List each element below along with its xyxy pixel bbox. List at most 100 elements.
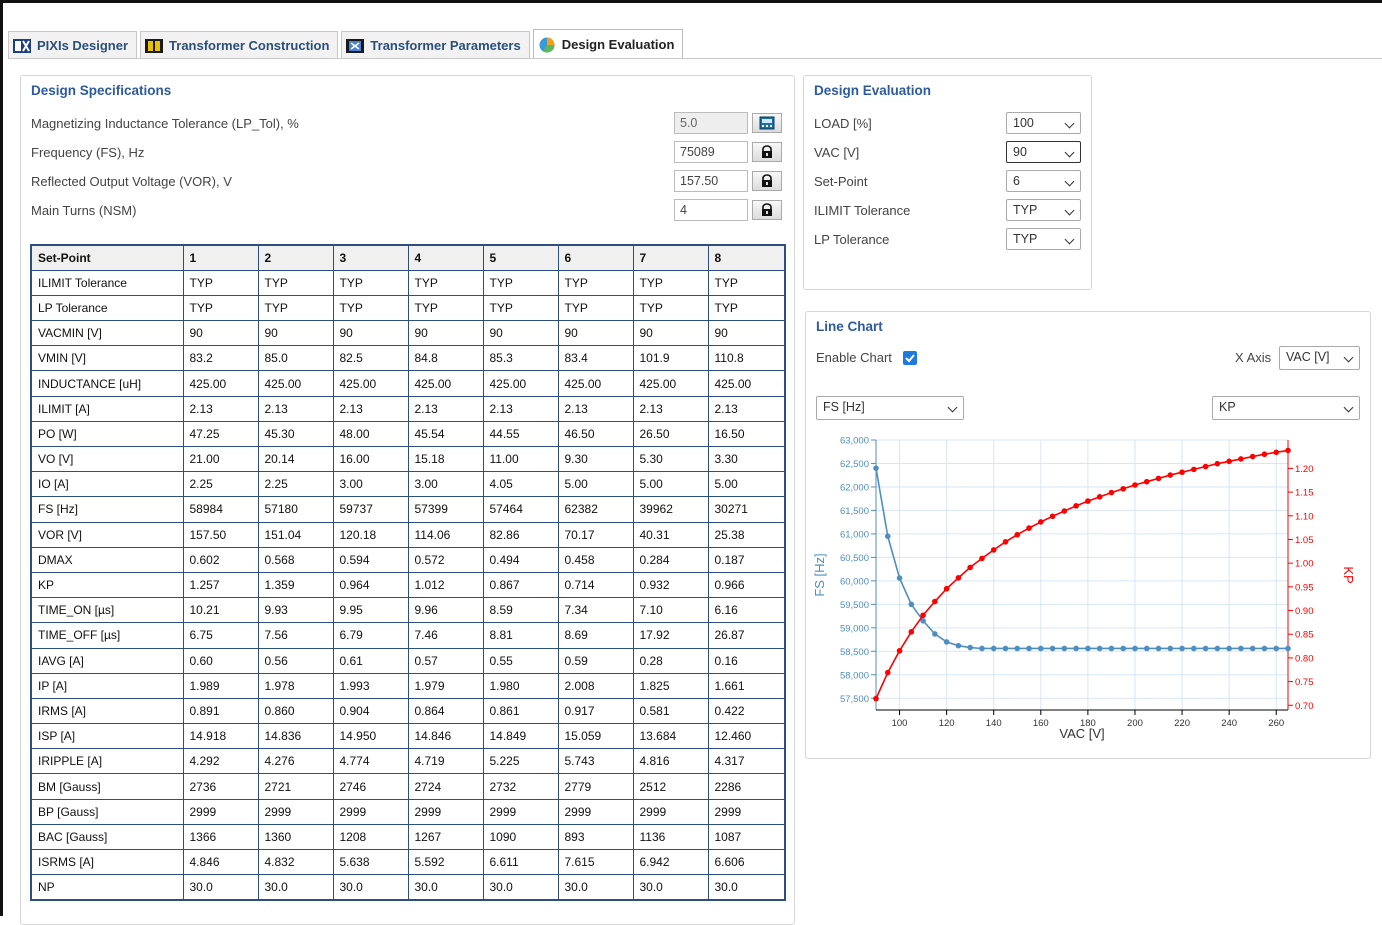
y-left-tick-label: 62,000 bbox=[840, 482, 869, 493]
right-series-select[interactable]: KP bbox=[1212, 396, 1360, 420]
table-cell: 425.00 bbox=[407, 370, 484, 397]
table-cell: 1.993 bbox=[332, 672, 409, 699]
table-cell: 5.225 bbox=[482, 748, 559, 775]
lock-icon bbox=[762, 174, 772, 187]
table-cell: 46.50 bbox=[557, 420, 634, 448]
data-point-fs bbox=[1049, 645, 1056, 652]
table-cell: 0.714 bbox=[557, 571, 634, 599]
enable-chart-checkbox[interactable] bbox=[903, 351, 917, 365]
table-cell: 2286 bbox=[707, 773, 786, 800]
chevron-down-icon bbox=[1064, 234, 1075, 245]
tab-transformer-construction[interactable]: Transformer Construction bbox=[140, 31, 339, 59]
table-cell: 0.917 bbox=[557, 697, 634, 725]
table-cell: 5.638 bbox=[332, 848, 409, 876]
data-point-kp bbox=[1155, 475, 1162, 482]
table-cell: 2736 bbox=[182, 773, 259, 800]
data-point-kp bbox=[1249, 453, 1256, 460]
data-point-kp bbox=[1285, 447, 1291, 454]
table-cell: 425.00 bbox=[482, 370, 559, 397]
frequency-label: Frequency (FS), Hz bbox=[31, 145, 145, 160]
table-cell: TYP bbox=[707, 294, 786, 322]
vor-field[interactable]: 157.50 bbox=[674, 170, 748, 192]
nsm-lock-button[interactable] bbox=[752, 200, 782, 220]
frequency-lock-button[interactable] bbox=[752, 142, 782, 162]
row-label-cell: VACMIN [V] bbox=[30, 320, 184, 347]
table-row: ILIMIT Tolerance TYP TYP TYP TYP TYP TYP TYP TYP bbox=[30, 269, 786, 296]
table-cell: 1.989 bbox=[182, 672, 259, 699]
table-cell: TYP bbox=[707, 269, 786, 296]
table-cell: 2779 bbox=[557, 773, 634, 800]
set-point-select[interactable]: 6 bbox=[1006, 170, 1081, 192]
lp-tolerance-select[interactable]: TYP bbox=[1006, 228, 1081, 250]
table-cell: 30.0 bbox=[257, 874, 334, 901]
table-cell: 40.31 bbox=[632, 521, 709, 548]
table-cell: 90 bbox=[257, 320, 334, 347]
table-cell: TYP bbox=[407, 294, 484, 322]
left-series-select[interactable]: FS [Hz] bbox=[816, 396, 964, 420]
table-cell: 1.012 bbox=[407, 571, 484, 599]
table-row: VO [V] 21.00 20.14 16.00 15.18 11.00 9.30 5.30 3… bbox=[30, 445, 786, 473]
tab-pixis-designer[interactable]: PIXIs Designer bbox=[8, 31, 138, 59]
table-cell: 425.00 bbox=[332, 370, 409, 397]
x-tick-label: 160 bbox=[1033, 718, 1049, 729]
calculator-button[interactable] bbox=[752, 113, 782, 133]
table-cell: 90 bbox=[482, 320, 559, 347]
nsm-field[interactable]: 4 bbox=[674, 199, 748, 221]
table-cell: 0.581 bbox=[632, 697, 709, 725]
table-row: TIME_OFF [µs] 6.75 7.56 6.79 7.46 8.81 8.69 17.… bbox=[30, 622, 786, 649]
ilimit-tolerance-select[interactable]: TYP bbox=[1006, 199, 1081, 221]
y-right-tick-label: 0.85 bbox=[1295, 630, 1314, 641]
table-cell: 0.572 bbox=[407, 546, 484, 573]
table-cell: 1 bbox=[182, 244, 259, 271]
table-cell: 893 bbox=[557, 823, 634, 851]
table-cell: 1136 bbox=[632, 823, 709, 851]
tab-design-evaluation[interactable]: Design Evaluation bbox=[532, 29, 684, 59]
table-cell: 10.21 bbox=[182, 597, 259, 624]
ilimit-tolerance-label: ILIMIT Tolerance bbox=[814, 203, 911, 218]
x-axis-select[interactable]: VAC [V] bbox=[1279, 346, 1360, 370]
table-cell: 4.05 bbox=[482, 471, 559, 498]
calculator-icon bbox=[759, 116, 775, 130]
vor-lock-button[interactable] bbox=[752, 171, 782, 191]
table-cell: 84.8 bbox=[407, 345, 484, 372]
table-cell: 9.95 bbox=[332, 597, 409, 624]
table-cell: 2732 bbox=[482, 773, 559, 800]
table-cell: 4.774 bbox=[332, 748, 409, 775]
data-point-fs bbox=[908, 601, 915, 608]
table-cell: 9.96 bbox=[407, 597, 484, 624]
table-cell: 425.00 bbox=[632, 370, 709, 397]
table-cell: 25.38 bbox=[707, 521, 786, 548]
table-row: TIME_ON [µs] 10.21 9.93 9.95 9.96 8.59 7.34 7.1… bbox=[30, 597, 786, 624]
data-point-fs bbox=[1179, 645, 1185, 652]
table-cell: 30.0 bbox=[707, 874, 786, 901]
table-cell: 12.460 bbox=[707, 723, 786, 750]
table-cell: 7 bbox=[632, 244, 709, 271]
vac-select[interactable]: 90 bbox=[1006, 141, 1081, 163]
table-cell: 0.56 bbox=[257, 647, 334, 674]
table-cell: 2512 bbox=[632, 773, 709, 800]
table-cell: 1.661 bbox=[707, 672, 786, 699]
tab-transformer-parameters[interactable]: Transformer Parameters bbox=[341, 31, 530, 59]
table-cell: 6 bbox=[557, 244, 634, 271]
y-left-tick-label: 59,500 bbox=[840, 600, 869, 611]
table-cell: 14.950 bbox=[332, 723, 409, 750]
table-cell: 30.0 bbox=[332, 874, 409, 901]
table-cell: 2.13 bbox=[257, 395, 334, 422]
table-cell: 0.867 bbox=[482, 571, 559, 599]
chevron-down-icon bbox=[1064, 205, 1075, 216]
table-cell: 0.16 bbox=[707, 647, 786, 674]
row-label-cell: IRIPPLE [A] bbox=[30, 748, 184, 775]
table-cell: 0.458 bbox=[557, 546, 634, 573]
data-point-kp bbox=[1026, 525, 1032, 531]
frequency-field[interactable]: 75089 bbox=[674, 141, 748, 163]
table-cell: 425.00 bbox=[257, 370, 334, 397]
y-right-tick-label: 0.70 bbox=[1295, 701, 1314, 712]
row-label-cell: FS [Hz] bbox=[30, 496, 184, 523]
table-cell: 1087 bbox=[707, 823, 786, 851]
table-cell: 5.30 bbox=[632, 445, 709, 473]
load-select[interactable]: 100 bbox=[1006, 112, 1081, 134]
table-cell: 17.92 bbox=[632, 622, 709, 649]
table-row: FS [Hz] 58984 57180 59737 57399 57464 62382 399… bbox=[30, 496, 786, 523]
chevron-down-icon bbox=[947, 402, 958, 413]
data-point-kp bbox=[1085, 498, 1091, 504]
